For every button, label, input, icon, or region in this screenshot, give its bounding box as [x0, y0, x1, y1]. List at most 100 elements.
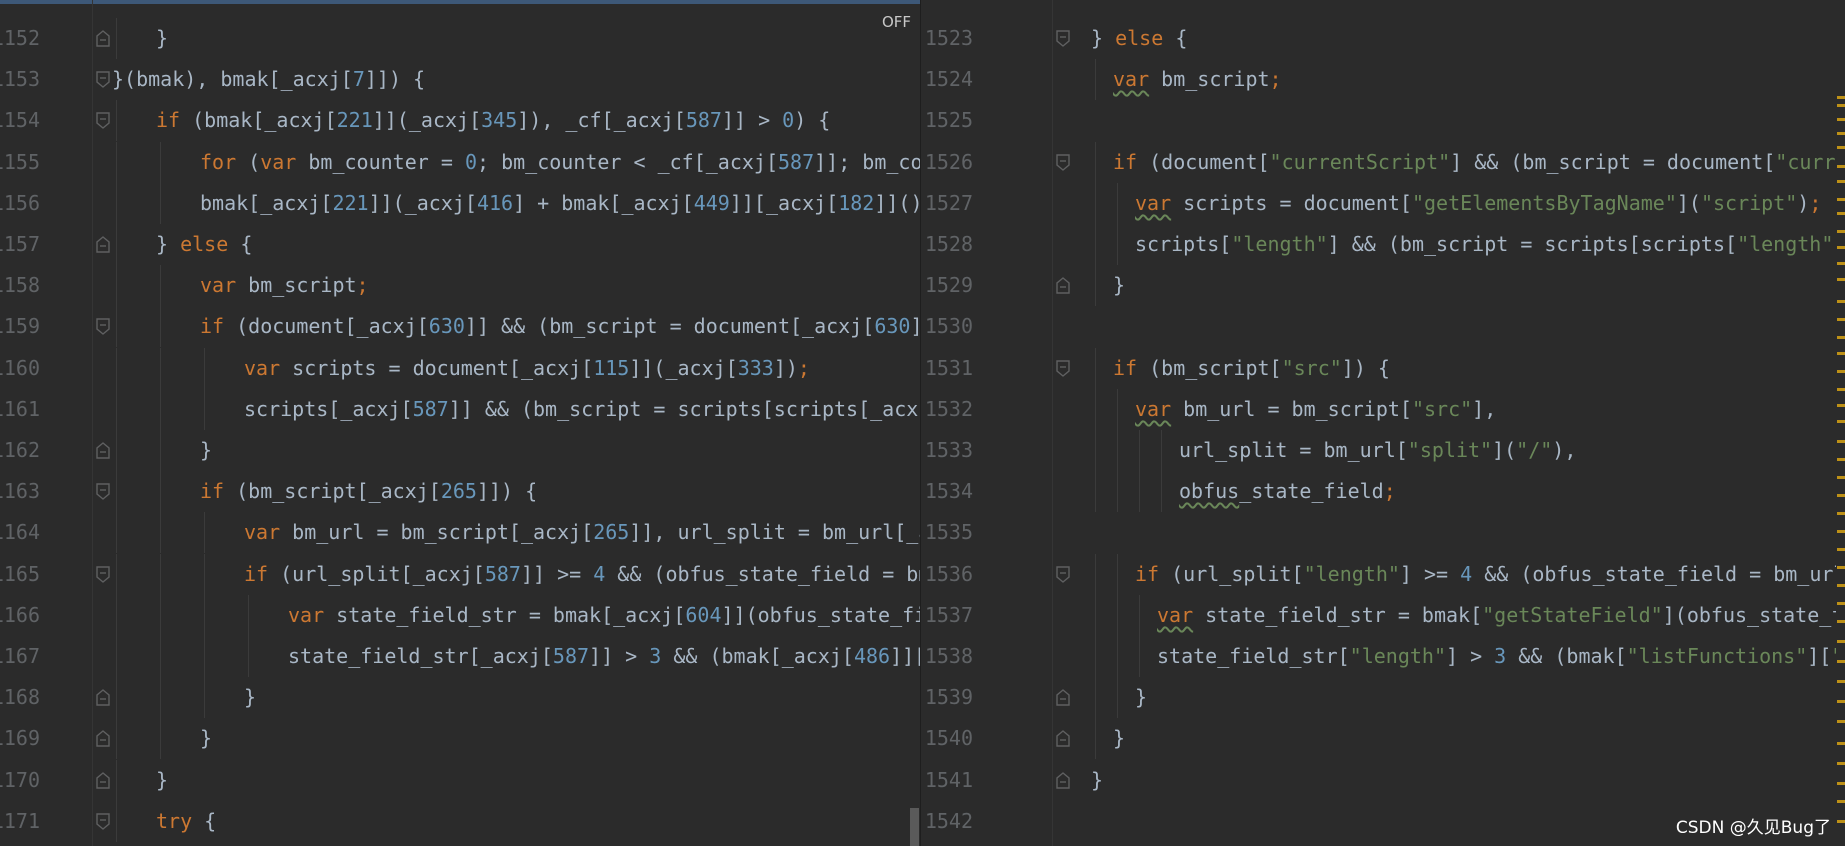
fold-collapse-icon[interactable]	[1056, 689, 1070, 706]
code-line[interactable]: 1162}	[0, 430, 920, 471]
code-text[interactable]: }	[1091, 718, 1125, 759]
warning-marker[interactable]	[1837, 180, 1845, 183]
warning-marker[interactable]	[1837, 336, 1845, 339]
code-text[interactable]: }	[112, 18, 168, 59]
warning-marker[interactable]	[1837, 420, 1845, 423]
code-text[interactable]: if (url_split[_acxj[587]] >= 4 && (obfus…	[112, 554, 920, 595]
code-text[interactable]: if (bmak[_acxj[221]](_acxj[345]), _cf[_a…	[112, 100, 830, 141]
code-text[interactable]: if (bm_script["src"]) {	[1091, 348, 1390, 389]
code-line[interactable]: 1530	[921, 306, 1845, 347]
code-text[interactable]: }	[1091, 677, 1147, 718]
fold-collapse-icon[interactable]	[1056, 730, 1070, 748]
code-text[interactable]: for (var bm_counter = 0; bm_counter < _c…	[112, 142, 920, 183]
error-marker-stripe[interactable]	[1836, 0, 1845, 846]
code-line[interactable]: 1167 state_field_str[_acxj[587]] > 3 && (…	[0, 636, 920, 677]
fold-expand-icon[interactable]	[1056, 30, 1070, 47]
warning-marker[interactable]	[1837, 104, 1845, 107]
code-text[interactable]: var state_field_str = bmak["getStateFiel…	[1091, 595, 1845, 636]
warning-marker[interactable]	[1837, 278, 1845, 281]
left-editor-pane[interactable]: 1152}1153}(bmak), bmak[_acxj[7]]) {1154i…	[0, 0, 920, 846]
warning-marker[interactable]	[1837, 800, 1845, 803]
code-line[interactable]: 1171 try {	[0, 800, 920, 842]
warning-marker[interactable]	[1837, 440, 1845, 443]
scrollbar-thumb[interactable]	[910, 808, 919, 846]
warning-marker[interactable]	[1837, 212, 1845, 215]
warning-marker[interactable]	[1837, 318, 1845, 321]
fold-expand-icon[interactable]	[96, 71, 110, 89]
warning-marker[interactable]	[1837, 352, 1845, 355]
warning-marker[interactable]	[1837, 476, 1845, 479]
code-text[interactable]: } else {	[112, 224, 252, 265]
warning-marker[interactable]	[1837, 720, 1845, 723]
warning-marker[interactable]	[1837, 548, 1845, 551]
fold-expand-icon[interactable]	[96, 813, 110, 830]
fold-expand-icon[interactable]	[96, 112, 110, 130]
code-text[interactable]: if (document[_acxj[630]] && (bm_script =…	[112, 306, 920, 347]
code-line[interactable]: 1168}	[0, 677, 920, 719]
code-line[interactable]: 1532 var bm_url = bm_script["src"],	[921, 388, 1845, 430]
warning-marker[interactable]	[1837, 584, 1845, 587]
fold-expand-icon[interactable]	[1056, 359, 1070, 377]
code-line[interactable]: 1156 bmak[_acxj[221]](_acxj[416] + bmak[_…	[0, 182, 920, 224]
warning-marker[interactable]	[1837, 132, 1845, 135]
warning-marker[interactable]	[1837, 300, 1845, 303]
code-text[interactable]: var scripts = document["getElementsByTag…	[1091, 183, 1821, 224]
code-line[interactable]: 1531 if (bm_script["src"]) {	[921, 347, 1845, 389]
code-text[interactable]: }	[112, 430, 212, 471]
code-text[interactable]: }	[112, 760, 168, 801]
warning-marker[interactable]	[1837, 782, 1845, 785]
fold-expand-icon[interactable]	[96, 565, 110, 583]
warning-marker[interactable]	[1837, 146, 1845, 149]
code-text[interactable]: state_field_str["length"] > 3 && (bmak["…	[1091, 636, 1845, 677]
code-line[interactable]: 1537 var state_field_str = bmak["getState…	[921, 594, 1845, 636]
code-line[interactable]: 1535	[921, 512, 1845, 553]
code-line[interactable]: 1165 if (url_split[_acxj[587]] >= 4 && (o…	[0, 553, 920, 595]
code-line[interactable]: 1540}	[921, 718, 1845, 760]
code-line[interactable]: 1523} else {	[921, 18, 1845, 59]
warning-marker[interactable]	[1837, 494, 1845, 497]
warning-marker[interactable]	[1837, 700, 1845, 703]
code-text[interactable]: }	[112, 718, 212, 759]
code-line[interactable]: 1155 for (var bm_counter = 0; bm_counter …	[0, 141, 920, 183]
fold-collapse-icon[interactable]	[96, 730, 110, 748]
code-text[interactable]: try {	[112, 801, 216, 842]
fold-collapse-icon[interactable]	[96, 771, 110, 789]
code-line[interactable]: 1528 scripts["length"] && (bm_script = sc…	[921, 224, 1845, 265]
code-text[interactable]: }	[1091, 265, 1125, 306]
warning-marker[interactable]	[1837, 762, 1845, 765]
code-line[interactable]: 1527 var scripts = document["getElementsB…	[921, 182, 1845, 224]
warning-marker[interactable]	[1837, 404, 1845, 407]
code-line[interactable]: 1534 obfus_state_field;	[921, 471, 1845, 513]
fold-collapse-icon[interactable]	[1056, 277, 1070, 294]
fold-expand-icon[interactable]	[96, 318, 110, 336]
warning-marker[interactable]	[1837, 458, 1845, 461]
code-line[interactable]: 1524 var bm_script;	[921, 59, 1845, 101]
code-text[interactable]: if (document["currentScript"] && (bm_scr…	[1091, 142, 1845, 183]
code-text[interactable]: url_split = bm_url["split"]("/"),	[1091, 430, 1576, 471]
code-text[interactable]: }(bmak), bmak[_acxj[7]]) {	[112, 59, 425, 100]
code-text[interactable]: var bm_script;	[1091, 59, 1282, 100]
code-line[interactable]: 1541}	[921, 760, 1845, 801]
code-line[interactable]: 1539}	[921, 677, 1845, 719]
code-line[interactable]: 1169}	[0, 718, 920, 760]
code-text[interactable]: } else {	[1091, 18, 1187, 59]
off-label[interactable]: OFF	[882, 13, 911, 31]
warning-marker[interactable]	[1837, 246, 1845, 249]
warning-marker[interactable]	[1837, 512, 1845, 515]
warning-marker[interactable]	[1837, 742, 1845, 745]
code-line[interactable]: 1526 if (document["currentScript"] && (bm…	[921, 141, 1845, 183]
code-text[interactable]: if (bm_script[_acxj[265]]) {	[112, 471, 537, 512]
warning-marker[interactable]	[1837, 820, 1845, 823]
code-line[interactable]: 1154 if (bmak[_acxj[221]](_acxj[345]), _c…	[0, 100, 920, 142]
warning-marker[interactable]	[1837, 198, 1845, 201]
code-line[interactable]: 1164 var bm_url = bm_script[_acxj[265]], …	[0, 512, 920, 554]
code-line[interactable]: 1152}	[0, 18, 920, 59]
code-line[interactable]: 1533 url_split = bm_url["split"]("/"),	[921, 430, 1845, 471]
code-text[interactable]: scripts["length"] && (bm_script = script…	[1091, 224, 1845, 265]
code-text[interactable]: state_field_str[_acxj[587]] > 3 && (bmak…	[112, 636, 920, 677]
code-line[interactable]: 1159if (document[_acxj[630]] && (bm_scri…	[0, 306, 920, 348]
warning-marker[interactable]	[1837, 640, 1845, 643]
warning-marker[interactable]	[1837, 370, 1845, 373]
fold-collapse-icon[interactable]	[96, 442, 110, 459]
code-text[interactable]: var scripts = document[_acxj[115]](_acxj…	[112, 348, 810, 389]
